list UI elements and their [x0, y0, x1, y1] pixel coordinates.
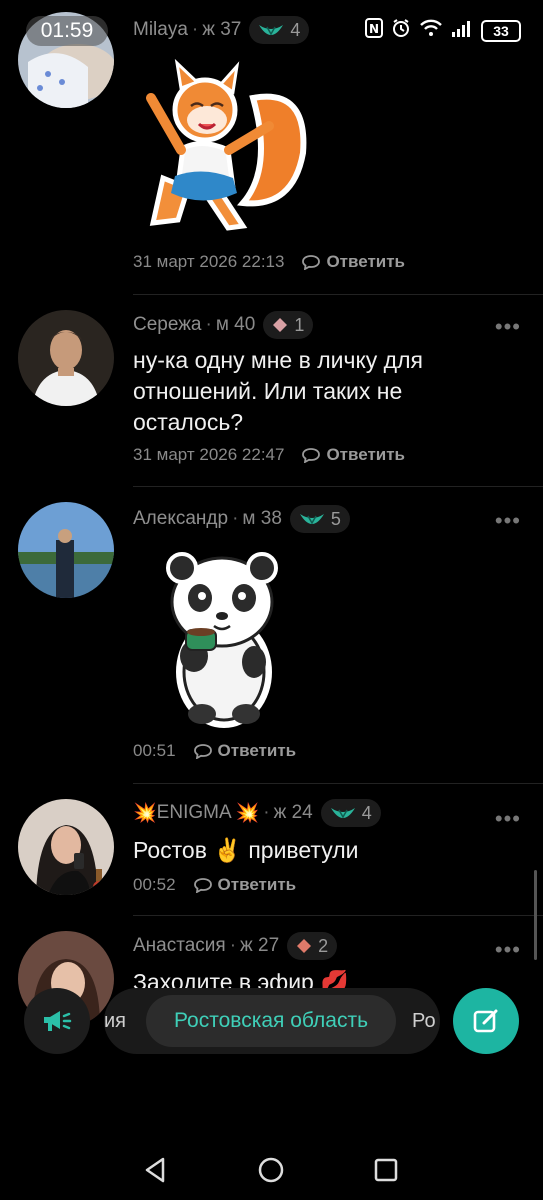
rank-badge: 1	[263, 311, 314, 339]
comment-date: 31 март 2026 22:47	[133, 445, 285, 464]
system-nav-bar	[0, 1140, 543, 1200]
reply-label: Ответить	[326, 445, 406, 464]
divider	[133, 915, 543, 916]
author-gender-age: ж 24	[273, 802, 313, 823]
megaphone-icon	[44, 1011, 72, 1031]
badge-count: 4	[361, 802, 372, 823]
author-name[interactable]: Анастасия	[133, 935, 226, 957]
badge-count: 5	[330, 508, 341, 529]
badge-count: 2	[318, 935, 329, 956]
divider	[133, 486, 543, 487]
rank-badge: 2	[287, 932, 338, 960]
home-button[interactable]	[251, 1150, 291, 1190]
wings-badge-icon	[299, 514, 324, 525]
status-clock: 01:59	[26, 16, 108, 46]
scrollbar[interactable]	[534, 870, 537, 960]
avatar[interactable]	[18, 310, 114, 406]
author-gender-age: м 38	[242, 508, 282, 529]
author-name[interactable]: ENIGMA	[157, 802, 232, 824]
comment-meta: 💥 ENIGMA 💥 · ж 24 4	[133, 799, 381, 827]
avatar[interactable]	[18, 799, 114, 895]
comment-text: Ростов ✌️ приветули	[133, 837, 359, 863]
bottom-controls: ия Ростовская область Ро	[0, 985, 543, 1065]
battery-icon: 33	[481, 19, 521, 42]
comment-meta: Сережа · м 40 1	[133, 311, 314, 339]
comment-meta: Анастасия · ж 27 2	[133, 932, 338, 960]
comment-date: 00:51	[133, 741, 176, 760]
author-gender-age: ж 27	[240, 935, 280, 956]
name-prefix-emoji: 💥	[133, 803, 157, 824]
comment-date: 31 март 2026 22:13	[133, 252, 285, 271]
svg-text:N: N	[369, 22, 379, 36]
badge-count: 1	[294, 314, 305, 335]
author-name[interactable]: Александр	[133, 508, 228, 530]
back-button[interactable]	[135, 1150, 175, 1190]
region-active[interactable]: Ростовская область	[146, 995, 396, 1047]
reply-icon	[302, 255, 321, 270]
reply-button[interactable]: Ответить	[302, 445, 405, 465]
divider	[133, 783, 543, 784]
more-options-button[interactable]: •••	[495, 314, 521, 340]
compose-button[interactable]	[453, 988, 519, 1054]
home-circle-icon	[258, 1157, 284, 1183]
comment-footer: 31 март 2026 22:13 Ответить	[133, 252, 405, 272]
more-options-button[interactable]: •••	[495, 508, 521, 534]
recents-square-icon	[374, 1158, 398, 1182]
nfc-icon: N	[365, 18, 383, 43]
separator: ·	[205, 314, 212, 335]
region-selector[interactable]: ия Ростовская область Ро	[104, 988, 440, 1054]
divider	[133, 294, 543, 295]
panda-tea-sticker	[164, 552, 284, 730]
reply-button[interactable]: Ответить	[193, 741, 297, 761]
rank-badge: 5	[289, 505, 350, 533]
separator: ·	[232, 508, 239, 529]
fox-girl-sticker	[133, 58, 317, 238]
reply-icon	[193, 744, 212, 759]
more-options-button[interactable]: •••	[495, 806, 521, 832]
status-bar: 01:59 N 33	[0, 0, 543, 60]
reply-label: Ответить	[217, 875, 297, 894]
back-triangle-icon	[145, 1157, 165, 1183]
reply-label: Ответить	[217, 741, 297, 760]
status-icons: N 33	[365, 18, 521, 43]
rank-badge: 4	[320, 799, 381, 827]
alarm-icon	[391, 18, 411, 43]
edit-icon	[473, 1009, 498, 1033]
wings-badge-icon	[330, 808, 355, 819]
more-options-button[interactable]: •••	[495, 937, 521, 963]
region-next[interactable]: Ро	[412, 988, 436, 1054]
comment-footer: 00:51 Ответить	[133, 741, 296, 761]
comment-date: 00:52	[133, 875, 176, 894]
comment-footer: 00:52 Ответить	[133, 875, 296, 895]
separator: ·	[263, 802, 270, 823]
reply-icon	[302, 448, 321, 463]
broadcast-button[interactable]	[24, 988, 90, 1054]
avatar[interactable]	[18, 502, 114, 598]
author-gender-age: м 40	[215, 314, 256, 335]
comment-footer: 31 март 2026 22:47 Ответить	[133, 445, 405, 465]
reply-button[interactable]: Ответить	[193, 875, 297, 895]
signal-icon	[451, 19, 473, 42]
reply-icon	[193, 878, 212, 893]
comment-text: ну-ка одну мне в личку для отношений. Ил…	[133, 347, 423, 435]
separator: ·	[229, 935, 237, 956]
wifi-icon	[419, 19, 443, 42]
region-prev[interactable]: ия	[104, 988, 126, 1054]
recents-button[interactable]	[366, 1150, 406, 1190]
reply-label: Ответить	[326, 252, 406, 271]
diamond-badge-icon	[297, 939, 312, 953]
name-suffix-emoji: 💥	[235, 803, 260, 824]
author-name[interactable]: Сережа	[133, 314, 202, 336]
reply-button[interactable]: Ответить	[302, 252, 405, 272]
diamond-badge-icon	[273, 318, 288, 332]
comment-meta: Александр · м 38 5	[133, 505, 350, 533]
